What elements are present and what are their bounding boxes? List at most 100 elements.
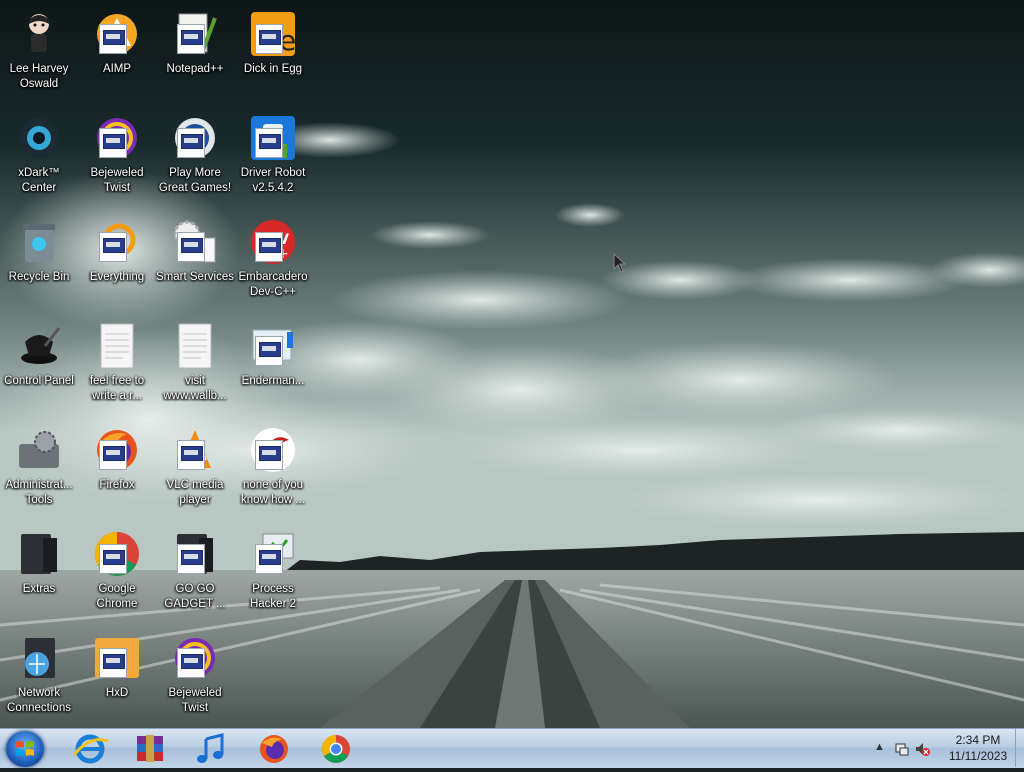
- taskbar: ▲ 2:34 PM 11/11/2023: [0, 728, 1024, 768]
- egg-app-icon: e: [249, 10, 297, 58]
- desktop-icon-label: Play More Great Games!: [158, 167, 232, 194]
- desktop-icon-label: Control Panel: [4, 375, 74, 387]
- firefox-icon: [93, 426, 141, 474]
- chrome-icon: [93, 530, 141, 578]
- xdark-icon: [15, 114, 63, 162]
- desktop-icon-label: HxD: [105, 687, 129, 699]
- clock[interactable]: 2:34 PM 11/11/2023: [942, 732, 1014, 764]
- generic-app-doc-icon: [99, 232, 127, 262]
- mouse-cursor: [613, 252, 627, 273]
- generic-app-doc-icon: [177, 232, 205, 262]
- network-icon[interactable]: [894, 741, 910, 757]
- winrar-icon: [137, 735, 163, 762]
- desktop-icon[interactable]: Bejeweled Twist: [156, 630, 234, 730]
- internet-explorer-icon: [72, 734, 109, 764]
- desktop-icon-label: Process Hacker 2: [249, 583, 297, 610]
- taskbar-firefox[interactable]: [248, 731, 300, 767]
- desktop-icon[interactable]: Bejeweled Twist: [78, 110, 156, 210]
- desktop-icon[interactable]: Firefox: [78, 422, 156, 522]
- folder-icon: [15, 530, 63, 578]
- aimp-icon: [93, 10, 141, 58]
- generic-app-doc-icon: [177, 440, 205, 470]
- desktop-icon-label: Recycle Bin: [8, 271, 70, 283]
- show-hidden-icons-arrow[interactable]: ▲: [874, 741, 890, 757]
- desktop-icon[interactable]: Lee Harvey Oswald: [0, 6, 78, 106]
- desktop-icon[interactable]: Administrat... Tools: [0, 422, 78, 522]
- admin-tools-icon: [15, 426, 63, 474]
- desktop-icon-label: Bejeweled Twist: [168, 687, 222, 714]
- desktop-icon[interactable]: none of you know how ...: [234, 422, 312, 522]
- system-tray: ▲ 2:34 PM 11/11/2023: [864, 729, 1024, 767]
- driver-robot-icon: [249, 114, 297, 162]
- recycle-bin-icon: [15, 218, 63, 266]
- show-desktop-button[interactable]: [1015, 729, 1024, 767]
- desktop-icon[interactable]: Control Panel: [0, 318, 78, 418]
- volume-muted-icon[interactable]: [914, 741, 930, 757]
- desktop-icon[interactable]: xDark™ Center: [0, 110, 78, 210]
- desktop-icon-label: Driver Robot v2.5.4.2: [240, 167, 306, 194]
- desktop-icon[interactable]: GO GO GADGET ...: [156, 526, 234, 626]
- desktop-icon-label: Bejeweled Twist: [90, 167, 144, 194]
- clock-date: 11/11/2023: [948, 749, 1008, 763]
- desktop-icon[interactable]: visit www.wallb...: [156, 318, 234, 418]
- desktop-icon-label: Google Chrome: [96, 583, 138, 610]
- text-file-icon: [171, 322, 219, 370]
- bejeweled-icon: [171, 634, 219, 682]
- generic-app-doc-icon: [99, 24, 127, 54]
- desktop-icon-label: Notepad++: [166, 63, 224, 75]
- generic-app-doc-icon: [99, 128, 127, 158]
- desktop-icon[interactable]: Google Chrome: [78, 526, 156, 626]
- folder-icon: [171, 530, 219, 578]
- music-player-icon: [197, 733, 224, 763]
- generic-app-doc-icon: [177, 544, 205, 574]
- generic-app-doc-icon: [99, 440, 127, 470]
- desktop-icon[interactable]: Play More Great Games!: [156, 110, 234, 210]
- games-icon: [171, 114, 219, 162]
- everything-icon: [93, 218, 141, 266]
- desktop-icon-label: none of you know how ...: [241, 479, 305, 506]
- taskbar-winrar[interactable]: [124, 731, 176, 767]
- app-icon: [249, 322, 297, 370]
- taskbar-music-player[interactable]: [186, 731, 238, 767]
- start-button[interactable]: [6, 731, 44, 767]
- desktop-icon[interactable]: e Dick in Egg: [234, 6, 312, 106]
- generic-app-doc-icon: [99, 544, 127, 574]
- desktop-icon[interactable]: Driver Robot v2.5.4.2: [234, 110, 312, 210]
- generic-app-doc-icon: [255, 440, 283, 470]
- desktop-icon-label: Smart Services: [156, 271, 234, 283]
- generic-app-doc-icon: [255, 544, 283, 574]
- generic-app-doc-icon: [177, 128, 205, 158]
- desktop-icon[interactable]: AIMP: [78, 6, 156, 106]
- desktop-icon[interactable]: feel free to write a r...: [78, 318, 156, 418]
- bejeweled-icon: [93, 114, 141, 162]
- desktop-icon[interactable]: Notepad++: [156, 6, 234, 106]
- desktop-icon-label: Administrat... Tools: [5, 479, 73, 506]
- generic-app-doc-icon: [255, 232, 283, 262]
- desktop-icon[interactable]: Process Hacker 2: [234, 526, 312, 626]
- network-icon: [15, 634, 63, 682]
- desktop-icon-label: visit www.wallb...: [163, 375, 227, 402]
- desktop-icon-label: Firefox: [99, 479, 135, 491]
- desktop-icon[interactable]: Everything: [78, 214, 156, 314]
- chrome-icon: [322, 735, 350, 763]
- desktop-icon-label: feel free to write a r...: [89, 375, 145, 402]
- desktop-icon[interactable]: Recycle Bin: [0, 214, 78, 314]
- desktop-icon[interactable]: Extras: [0, 526, 78, 626]
- gear-icon: [171, 218, 219, 266]
- desktop-icon[interactable]: Enderman...: [234, 318, 312, 418]
- desktop-icon[interactable]: VLC media player: [156, 422, 234, 522]
- desktop-icon[interactable]: Network Connections: [0, 630, 78, 730]
- desktop-icon-label: Dick in Egg: [243, 63, 303, 75]
- desktop-icon[interactable]: DEV+ Embarcadero Dev-C++: [234, 214, 312, 314]
- desktop-icon-label: Enderman...: [241, 375, 305, 387]
- taskbar-internet-explorer[interactable]: [64, 731, 116, 767]
- generic-app-doc-icon: [255, 24, 283, 54]
- character-icon: [15, 10, 63, 58]
- taskbar-chrome[interactable]: [310, 731, 362, 767]
- desktop-icon-label: AIMP: [102, 63, 132, 75]
- desktop-icon[interactable]: Smart Services: [156, 214, 234, 314]
- red-logo-icon: [249, 426, 297, 474]
- clock-time: 2:34 PM: [955, 733, 1001, 747]
- desktop-icon[interactable]: D HxD: [78, 630, 156, 730]
- desktop-icon-label: Everything: [89, 271, 145, 283]
